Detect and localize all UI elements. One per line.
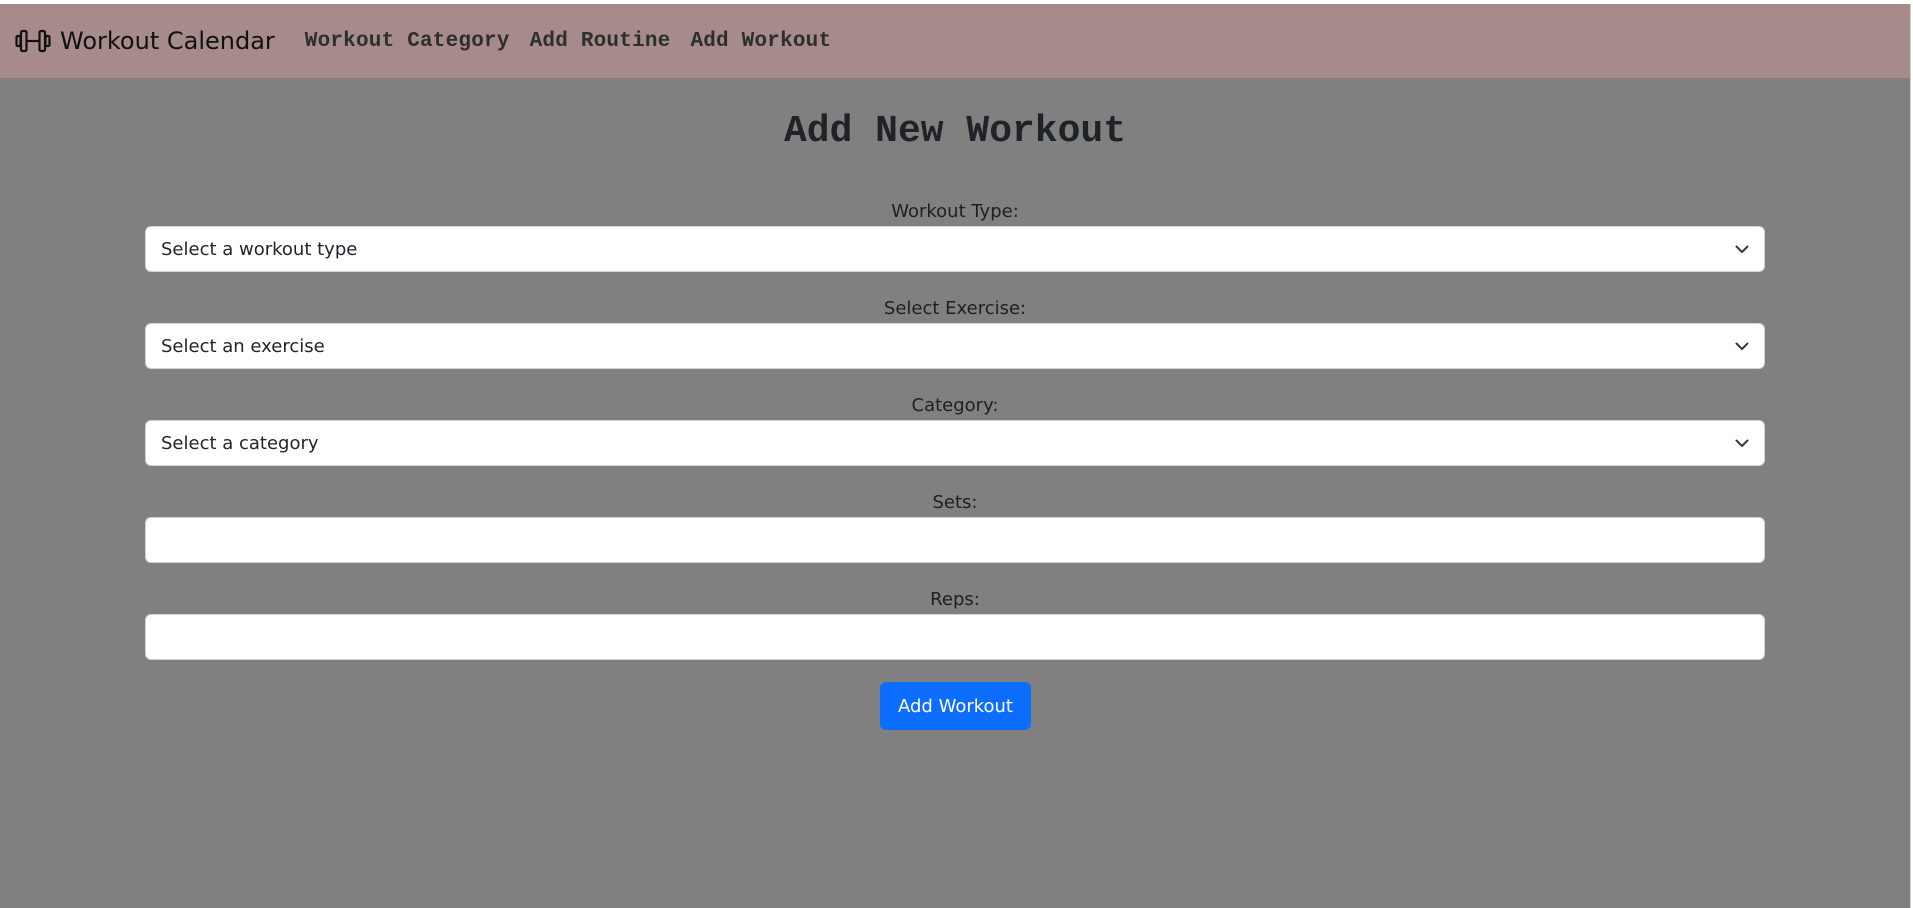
category-select[interactable]: Select a category [145, 420, 1765, 466]
page-title: Add New Workout [783, 110, 1127, 153]
workout-type-select[interactable]: Select a workout type [145, 226, 1765, 272]
reps-input[interactable] [145, 614, 1765, 660]
reps-label: Reps: [930, 589, 980, 610]
category-label: Category: [911, 395, 999, 416]
workout-type-label: Workout Type: [891, 201, 1019, 222]
brand-label: Workout Calendar [60, 27, 275, 55]
dumbbell-icon [15, 28, 51, 54]
sets-group: Sets: [145, 491, 1765, 563]
chevron-down-icon [1734, 338, 1750, 354]
nav-links: Workout Category Add Routine Add Workout [305, 30, 852, 53]
navbar: Workout Calendar Workout Category Add Ro… [0, 4, 1910, 79]
workout-type-group: Workout Type: Select a workout type [145, 200, 1765, 272]
chevron-down-icon [1734, 241, 1750, 257]
nav-link-add-workout[interactable]: Add Workout [690, 30, 831, 53]
nav-link-workout-category[interactable]: Workout Category [305, 30, 510, 53]
brand-link[interactable]: Workout Calendar [15, 4, 275, 78]
chevron-down-icon [1734, 435, 1750, 451]
sets-label: Sets: [932, 492, 978, 513]
sets-input[interactable] [145, 517, 1765, 563]
nav-link-add-routine[interactable]: Add Routine [530, 30, 671, 53]
category-selected-value: Select a category [161, 432, 319, 454]
exercise-group: Select Exercise: Select an exercise [145, 297, 1765, 369]
workout-type-selected-value: Select a workout type [161, 238, 358, 260]
exercise-label: Select Exercise: [883, 298, 1027, 319]
exercise-selected-value: Select an exercise [161, 335, 325, 357]
app-frame: Workout Calendar Workout Category Add Ro… [0, 4, 1911, 908]
reps-group: Reps: [145, 588, 1765, 660]
category-group: Category: Select a category [145, 394, 1765, 466]
exercise-select[interactable]: Select an exercise [145, 323, 1765, 369]
add-workout-button[interactable]: Add Workout [880, 682, 1031, 730]
